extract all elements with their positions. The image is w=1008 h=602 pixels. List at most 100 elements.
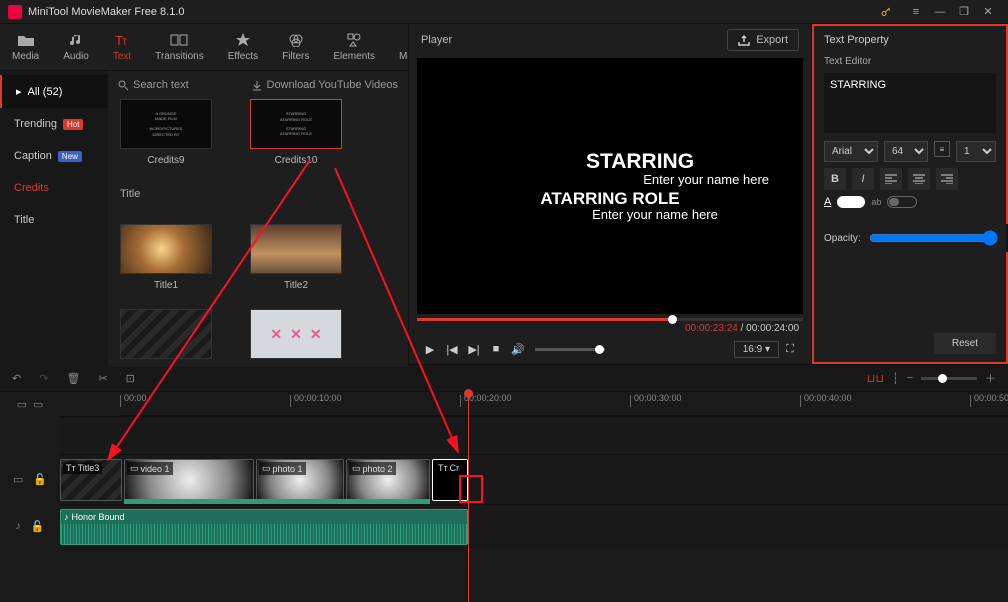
thumb-extra1[interactable] bbox=[118, 309, 214, 359]
filters-icon bbox=[287, 32, 305, 48]
play-button[interactable]: ▶ bbox=[419, 343, 441, 356]
category-trending[interactable]: TrendingHot bbox=[0, 108, 108, 140]
align-center-button[interactable] bbox=[908, 168, 930, 190]
volume-icon[interactable]: 🔊 bbox=[507, 343, 529, 356]
svg-text:T: T bbox=[122, 37, 128, 47]
titlebar: MiniTool MovieMaker Free 8.1.0 ≡ — ❐ ✕ bbox=[0, 0, 1008, 24]
timeline-ruler[interactable]: 00:00 00:00:10:00 00:00:20:00 00:00:30:0… bbox=[120, 392, 1008, 416]
library-tabbar: Media Audio TTText Transitions Effects F… bbox=[0, 24, 408, 71]
search-text[interactable]: Search text bbox=[118, 79, 189, 91]
volume-slider[interactable] bbox=[535, 348, 605, 351]
redo-button[interactable]: ↷ bbox=[39, 372, 48, 385]
opacity-slider[interactable] bbox=[869, 230, 998, 246]
close-button[interactable]: ✕ bbox=[976, 5, 1000, 18]
new-badge: New bbox=[58, 151, 82, 162]
maximize-button[interactable]: ❐ bbox=[952, 5, 976, 18]
music-icon: ♪ bbox=[64, 512, 69, 522]
align-right-button[interactable] bbox=[936, 168, 958, 190]
line-height-select[interactable]: 1 bbox=[956, 141, 996, 162]
text-property-header: Text Property bbox=[824, 34, 996, 46]
prev-button[interactable]: |◀ bbox=[441, 343, 463, 356]
category-caption[interactable]: CaptionNew bbox=[0, 140, 108, 172]
zoom-slider[interactable] bbox=[921, 377, 977, 380]
timeline-toolbar: ↶ ↷ 🗑 ✂ ⊡ ⊔⊔ ┆ − ＋ bbox=[0, 364, 1008, 392]
audio-track-icon: ♪ bbox=[15, 520, 21, 532]
player-label: Player bbox=[421, 34, 452, 46]
text-icon: TT bbox=[113, 32, 131, 48]
clip-video1[interactable]: ▭video 1 bbox=[124, 459, 254, 501]
thumb-title2[interactable]: Title2 bbox=[248, 224, 344, 291]
font-color-swatch[interactable] bbox=[837, 196, 865, 208]
music-icon bbox=[67, 32, 85, 48]
category-credits[interactable]: Credits bbox=[0, 172, 108, 204]
crop-button[interactable]: ⊡ bbox=[126, 372, 135, 385]
clip-photo2[interactable]: ▭photo 2 bbox=[346, 459, 430, 501]
thumbnail-area: Search text Download YouTube Videos A GR… bbox=[108, 71, 408, 367]
italic-button[interactable]: I bbox=[852, 168, 874, 190]
delete-button[interactable]: 🗑 bbox=[66, 372, 80, 385]
tab-effects[interactable]: Effects bbox=[228, 32, 258, 62]
clip-photo1[interactable]: ▭photo 1 bbox=[256, 459, 344, 501]
font-family-select[interactable]: Arial bbox=[824, 141, 878, 162]
player-panel: Player Export STARRING Enter your name h… bbox=[408, 24, 812, 364]
preview-starring: STARRING bbox=[477, 150, 803, 174]
aspect-ratio[interactable]: 16:9 ▾ bbox=[734, 341, 779, 358]
magnet-icon[interactable]: ⊔⊔ bbox=[867, 372, 884, 385]
undo-button[interactable]: ↶ bbox=[12, 372, 21, 385]
track-expand-icon[interactable]: ▭ bbox=[33, 398, 43, 411]
tab-elements[interactable]: Elements bbox=[333, 32, 375, 62]
playhead[interactable] bbox=[468, 392, 469, 602]
font-size-select[interactable]: 64 bbox=[884, 141, 928, 162]
export-icon bbox=[738, 34, 750, 46]
font-color-icon[interactable]: A bbox=[824, 196, 831, 208]
thumb-credits10[interactable]: STARRINGATARRING ROLESTARRINGATARRING RO… bbox=[248, 99, 344, 166]
tab-transitions[interactable]: Transitions bbox=[155, 32, 204, 62]
video-track: ▭ 🔓 TᴛTitle3 ▭video 1 ▭photo 1 ▭photo 2 T… bbox=[0, 454, 1008, 504]
hot-badge: Hot bbox=[63, 119, 83, 130]
search-icon bbox=[118, 80, 129, 91]
lock-icon[interactable]: 🔓 bbox=[31, 520, 45, 533]
category-all[interactable]: ▸ All (52) bbox=[0, 75, 108, 108]
minimize-button[interactable]: — bbox=[928, 6, 952, 18]
align-left-button[interactable] bbox=[880, 168, 902, 190]
clip-credits[interactable]: TᴛCr bbox=[432, 459, 468, 501]
preview-name2: Enter your name here bbox=[507, 207, 803, 222]
highlight-label: ab bbox=[871, 197, 881, 207]
menu-icon[interactable]: ≡ bbox=[904, 6, 928, 18]
tab-text[interactable]: TTText bbox=[113, 32, 131, 62]
category-title[interactable]: Title bbox=[0, 204, 108, 236]
tab-filters[interactable]: Filters bbox=[282, 32, 309, 62]
tab-media[interactable]: Media bbox=[12, 32, 39, 62]
scrub-bar[interactable] bbox=[417, 318, 803, 321]
category-sidebar: ▸ All (52) TrendingHot CaptionNew Credit… bbox=[0, 71, 108, 367]
lock-icon[interactable]: 🔓 bbox=[33, 473, 47, 486]
video-track-icon: ▭ bbox=[13, 473, 23, 486]
key-icon[interactable] bbox=[880, 6, 904, 18]
export-button[interactable]: Export bbox=[727, 29, 799, 51]
download-icon bbox=[252, 80, 263, 91]
title-section-header: Title bbox=[120, 188, 398, 200]
split-button[interactable]: ✂ bbox=[98, 372, 107, 385]
clip-title3[interactable]: TᴛTitle3 bbox=[60, 459, 122, 501]
thumb-extra2[interactable]: ✕✕✕ bbox=[248, 309, 344, 359]
reset-button[interactable]: Reset bbox=[934, 333, 996, 354]
highlight-toggle[interactable] bbox=[887, 196, 917, 208]
download-youtube[interactable]: Download YouTube Videos bbox=[252, 79, 399, 91]
clip-honor-bound[interactable]: ♪Honor Bound bbox=[60, 509, 468, 545]
marker-icon[interactable]: ┆ bbox=[892, 372, 899, 385]
next-button[interactable]: ▶| bbox=[463, 343, 485, 356]
text-property-panel: Text Property Text Editor STARRING Arial… bbox=[812, 24, 1008, 364]
zoom-in-button[interactable]: ＋ bbox=[985, 370, 996, 386]
effects-icon bbox=[234, 32, 252, 48]
transitions-icon bbox=[170, 32, 188, 48]
zoom-out-button[interactable]: − bbox=[907, 372, 913, 384]
stop-button[interactable]: ■ bbox=[485, 343, 507, 355]
fullscreen-button[interactable]: ⛶ bbox=[779, 343, 801, 356]
tab-audio[interactable]: Audio bbox=[63, 32, 89, 62]
thumb-title1[interactable]: Title1 bbox=[118, 224, 214, 291]
bold-button[interactable]: B bbox=[824, 168, 846, 190]
text-content-input[interactable]: STARRING bbox=[824, 73, 996, 133]
thumb-credits9[interactable]: A GRUNGEMADE FILMWORDPICTURESDIRECTED BY… bbox=[118, 99, 214, 166]
elements-icon bbox=[345, 32, 363, 48]
track-collapse-icon[interactable]: ▭ bbox=[17, 398, 27, 411]
